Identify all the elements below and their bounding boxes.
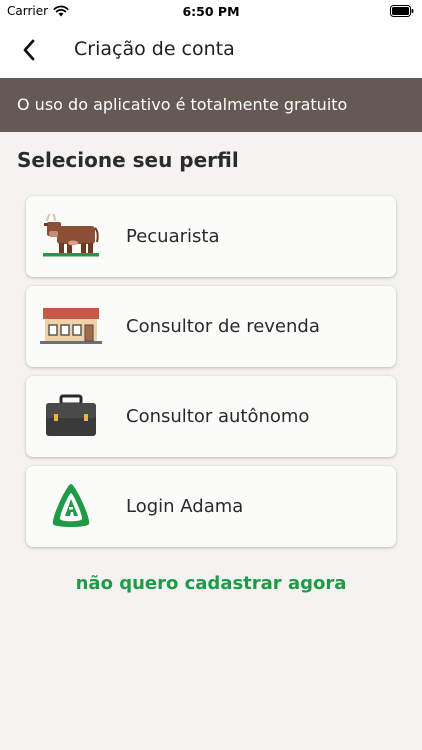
profile-card-login-adama[interactable]: Login Adama xyxy=(26,466,396,547)
profile-label: Login Adama xyxy=(126,496,244,517)
briefcase-icon xyxy=(40,388,102,444)
profile-card-consultor-autonomo[interactable]: Consultor autônomo xyxy=(26,376,396,457)
chevron-left-icon xyxy=(23,39,35,61)
info-banner: O uso do aplicativo é totalmente gratuit… xyxy=(0,78,422,132)
skip-registration-link[interactable]: não quero cadastrar agora xyxy=(0,573,422,594)
back-button[interactable] xyxy=(14,36,44,64)
page-title: Criação de conta xyxy=(74,38,235,60)
profile-card-pecuarista[interactable]: Pecuarista xyxy=(26,196,396,277)
profile-label: Consultor autônomo xyxy=(126,406,310,427)
store-icon xyxy=(40,298,102,354)
adama-logo-icon xyxy=(40,478,102,534)
cow-icon xyxy=(40,208,102,264)
battery-icon xyxy=(390,5,414,17)
section-title: Selecione seu perfil xyxy=(17,148,239,172)
profile-card-consultor-revenda[interactable]: Consultor de revenda xyxy=(26,286,396,367)
navigation-bar: Criação de conta xyxy=(0,22,422,78)
profile-label: Consultor de revenda xyxy=(126,316,320,337)
clock: 6:50 PM xyxy=(182,4,240,19)
status-bar: Carrier 6:50 PM xyxy=(0,0,422,22)
profile-label: Pecuarista xyxy=(126,226,220,247)
